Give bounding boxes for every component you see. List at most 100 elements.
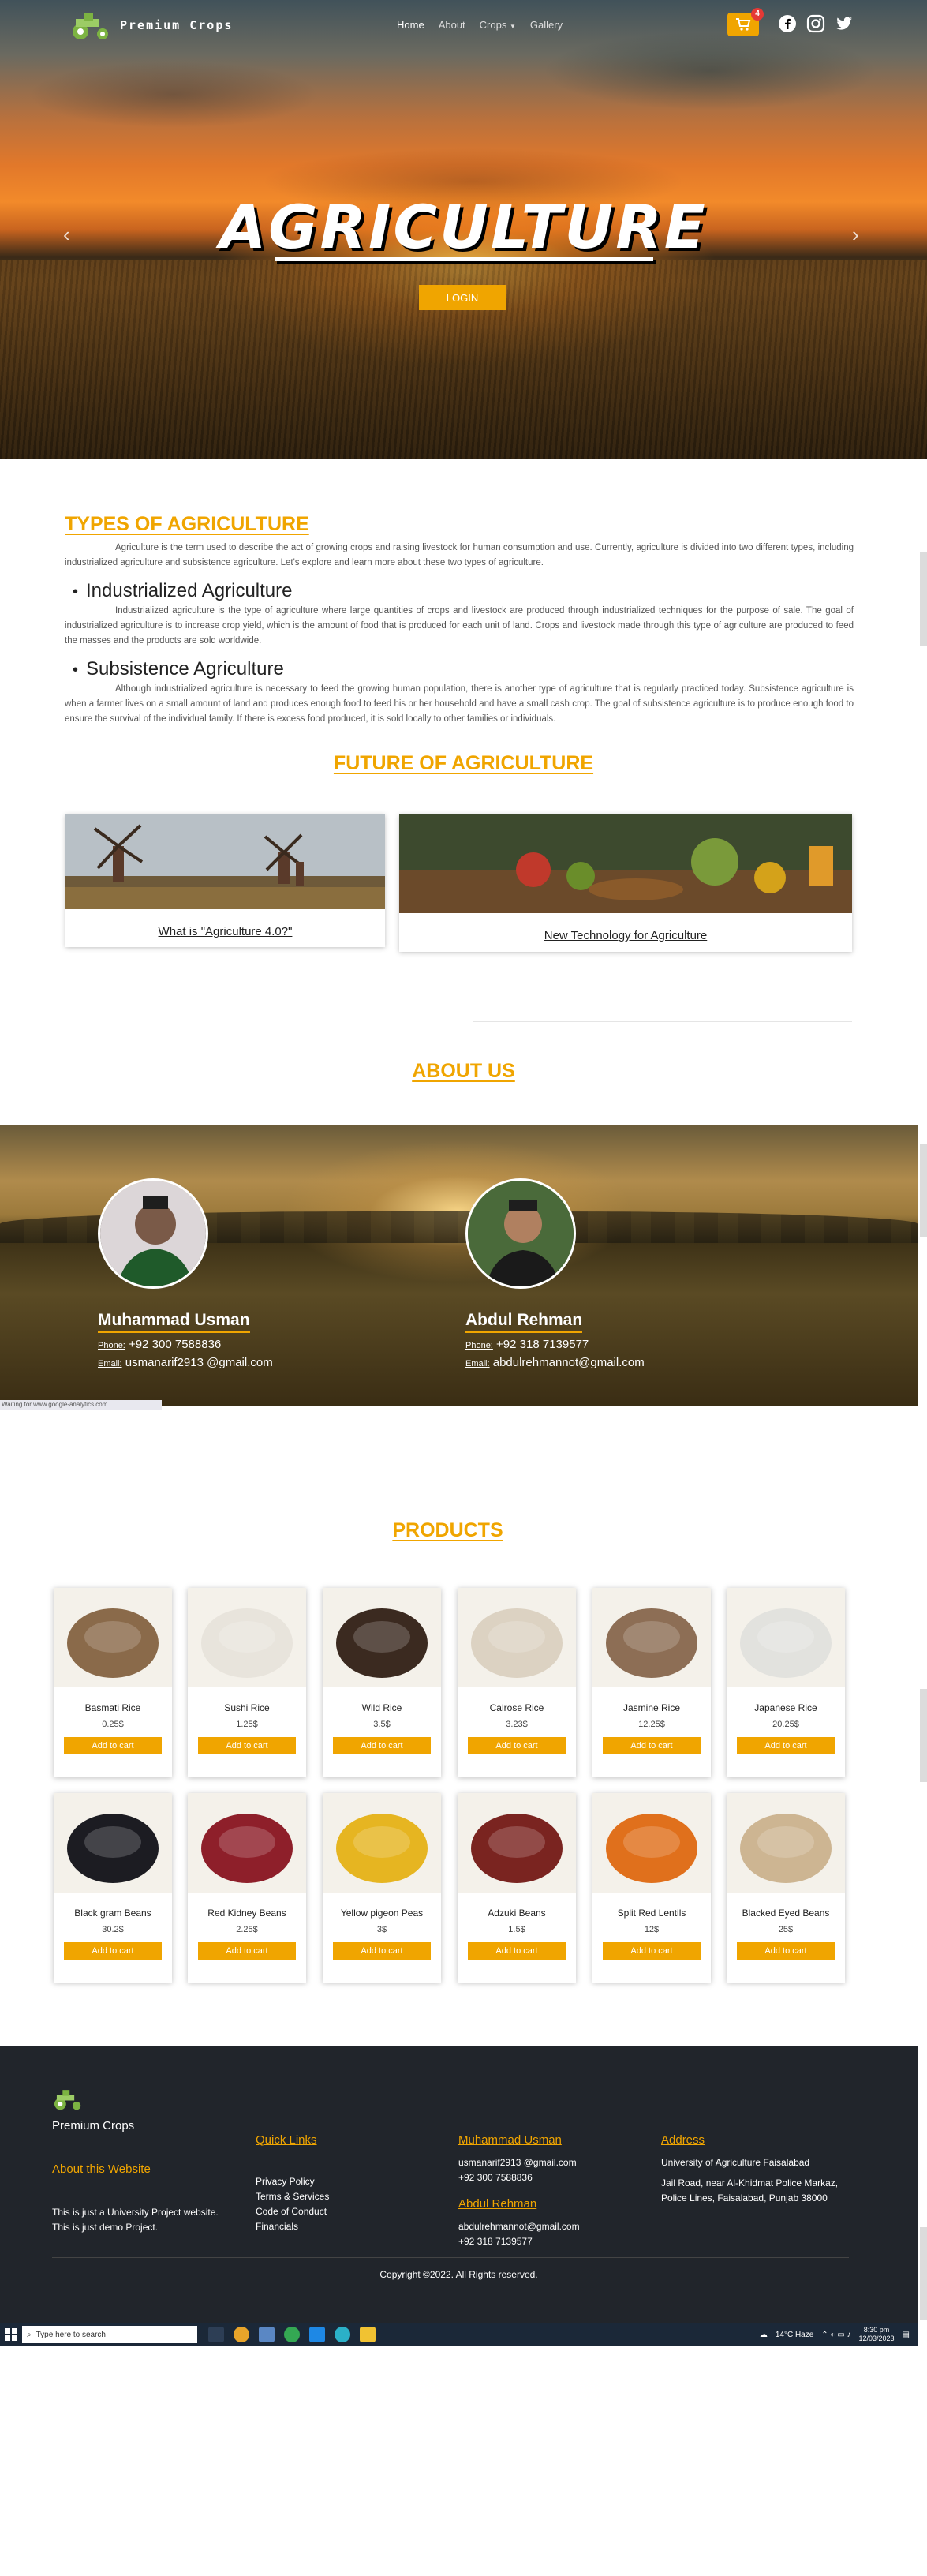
brand[interactable]: Premium Crops [69,9,233,41]
address-line: Jail Road, near Al-Khidmat Police Markaz… [661,2177,839,2188]
product-price: 2.25$ [236,1925,258,1934]
add-to-cart-button[interactable]: Add to cart [603,1737,701,1754]
file-explorer-icon[interactable] [259,2327,275,2342]
footer-about-heading[interactable]: About this Website [52,2162,219,2177]
notification-icon[interactable]: ▤ [903,2331,910,2339]
add-to-cart-button[interactable]: Add to cart [468,1737,566,1754]
twitter-icon[interactable] [835,14,854,33]
future-card-tech[interactable]: New Technology for Agriculture [399,814,852,952]
scrollbar-thumb[interactable] [920,1144,927,1237]
add-to-cart-button[interactable]: Add to cart [198,1942,296,1960]
add-to-cart-button[interactable]: Add to cart [333,1737,431,1754]
add-to-cart-button[interactable]: Add to cart [737,1942,835,1960]
footer-contacts: Muhammad Usman usmanarif2913 @gmail.com … [458,2132,580,2249]
nav-crops[interactable]: Crops ▼ [480,19,516,31]
product-name: Sushi Rice [224,1702,270,1713]
product-price: 0.25$ [102,1720,124,1729]
nav-gallery[interactable]: Gallery [530,19,563,31]
subsistence-text: Although industrialized agriculture is n… [65,684,854,724]
product-card: Black gram Beans 30.2$ Add to cart [54,1793,172,1983]
add-to-cart-button[interactable]: Add to cart [64,1942,162,1960]
edge-icon[interactable] [335,2327,350,2342]
login-button[interactable]: LOGIN [419,285,506,310]
product-name: Calrose Rice [489,1702,544,1713]
chrome-icon[interactable] [234,2327,249,2342]
search-icon: ⌕ [27,2330,32,2339]
facebook-icon[interactable] [778,14,797,33]
product-name: Basmati Rice [84,1702,141,1713]
clock-date: 12/03/2023 [858,2334,895,2342]
scrollbar-thumb[interactable] [920,1689,927,1782]
product-image [323,1793,441,1893]
vscode-icon[interactable] [309,2327,325,2342]
tray-icons[interactable]: ⌃ ◐ ▭ ♪ [821,2331,850,2339]
product-name: Blacked Eyed Beans [742,1908,830,1919]
product-name: Black gram Beans [74,1908,151,1919]
future-card-agri4[interactable]: What is "Agriculture 4.0?" [65,814,385,947]
product-image [592,1588,711,1687]
footer-about-line: This is just a University Project websit… [52,2207,219,2218]
brand-name: Premium Crops [120,18,234,32]
contact-email: usmanarif2913 @gmail.com [458,2157,577,2168]
cart-button[interactable]: 4 [727,8,764,36]
tractor-logo-icon [54,2090,81,2110]
product-card: Adzuki Beans 1.5$ Add to cart [458,1793,576,1983]
product-card: Yellow pigeon Peas 3$ Add to cart [323,1793,441,1983]
address-line: University of Agriculture Faisalabad [661,2157,810,2168]
task-view-icon[interactable] [208,2327,224,2342]
product-image [188,1793,306,1893]
nav-home[interactable]: Home [397,19,424,31]
windows-start-icon[interactable] [5,2328,17,2341]
product-card: Jasmine Rice 12.25$ Add to cart [592,1588,711,1777]
phone-label: Phone: [98,1341,125,1350]
vegetables-image [399,814,852,913]
member-card: Muhammad Usman Phone: +92 300 7588836 Em… [98,1178,273,1369]
folder-icon[interactable] [360,2327,376,2342]
footer-link[interactable]: Financials [256,2219,329,2234]
add-to-cart-button[interactable]: Add to cart [198,1737,296,1754]
subsistence-heading: Subsistence Agriculture [73,658,854,680]
windmills-image [65,814,385,909]
footer-about-line: This is just demo Project. [52,2222,159,2233]
address-line: Police Lines, Faisalabad, Punjab 38000 [661,2192,828,2203]
member-name: Abdul Rehman [465,1311,583,1333]
footer-link[interactable]: Terms & Services [256,2189,329,2204]
add-to-cart-button[interactable]: Add to cart [737,1737,835,1754]
weather-icon: ☁ [759,2330,768,2339]
taskbar-search[interactable]: ⌕ Type here to search [22,2326,197,2343]
address-heading: Address [661,2133,705,2147]
product-price: 3$ [376,1925,387,1934]
contact-phone: +92 300 7588836 [458,2172,533,2183]
product-price: 3.5$ [373,1720,391,1729]
product-name: Jasmine Rice [622,1702,681,1713]
quick-links-heading: Quick Links [256,2133,317,2147]
cart-icon [736,18,751,31]
nav-about[interactable]: About [439,19,465,31]
product-image [727,1793,845,1893]
clock[interactable]: 8:30 pm 12/03/2023 [859,2326,895,2343]
hero-title: AGRICULTURE [0,192,927,262]
footer-address: Address University of Agriculture Faisal… [661,2132,838,2206]
product-card: Basmati Rice 0.25$ Add to cart [54,1588,172,1777]
scrollbar-thumb[interactable] [920,2227,927,2320]
email-label: Email: [465,1359,490,1368]
divider [473,1021,852,1022]
app-icon[interactable] [284,2327,300,2342]
future-card-caption[interactable]: What is "Agriculture 4.0?" [65,925,385,938]
add-to-cart-button[interactable]: Add to cart [468,1942,566,1960]
product-card: Wild Rice 3.5$ Add to cart [323,1588,441,1777]
browser-status-text: Waiting for www.google-analytics.com... [0,1400,162,1410]
future-card-caption[interactable]: New Technology for Agriculture [399,929,852,942]
footer-link[interactable]: Code of Conduct [256,2204,329,2219]
add-to-cart-button[interactable]: Add to cart [603,1942,701,1960]
footer-link[interactable]: Privacy Policy [256,2174,329,2189]
product-price: 3.23$ [506,1720,528,1729]
product-card: Calrose Rice 3.23$ Add to cart [458,1588,576,1777]
scrollbar-thumb[interactable] [920,552,927,646]
instagram-icon[interactable] [806,14,825,33]
add-to-cart-button[interactable]: Add to cart [64,1737,162,1754]
add-to-cart-button[interactable]: Add to cart [333,1942,431,1960]
product-price: 12.25$ [638,1720,665,1729]
weather-text[interactable]: 14°C Haze [776,2331,813,2339]
social-links [778,14,854,33]
